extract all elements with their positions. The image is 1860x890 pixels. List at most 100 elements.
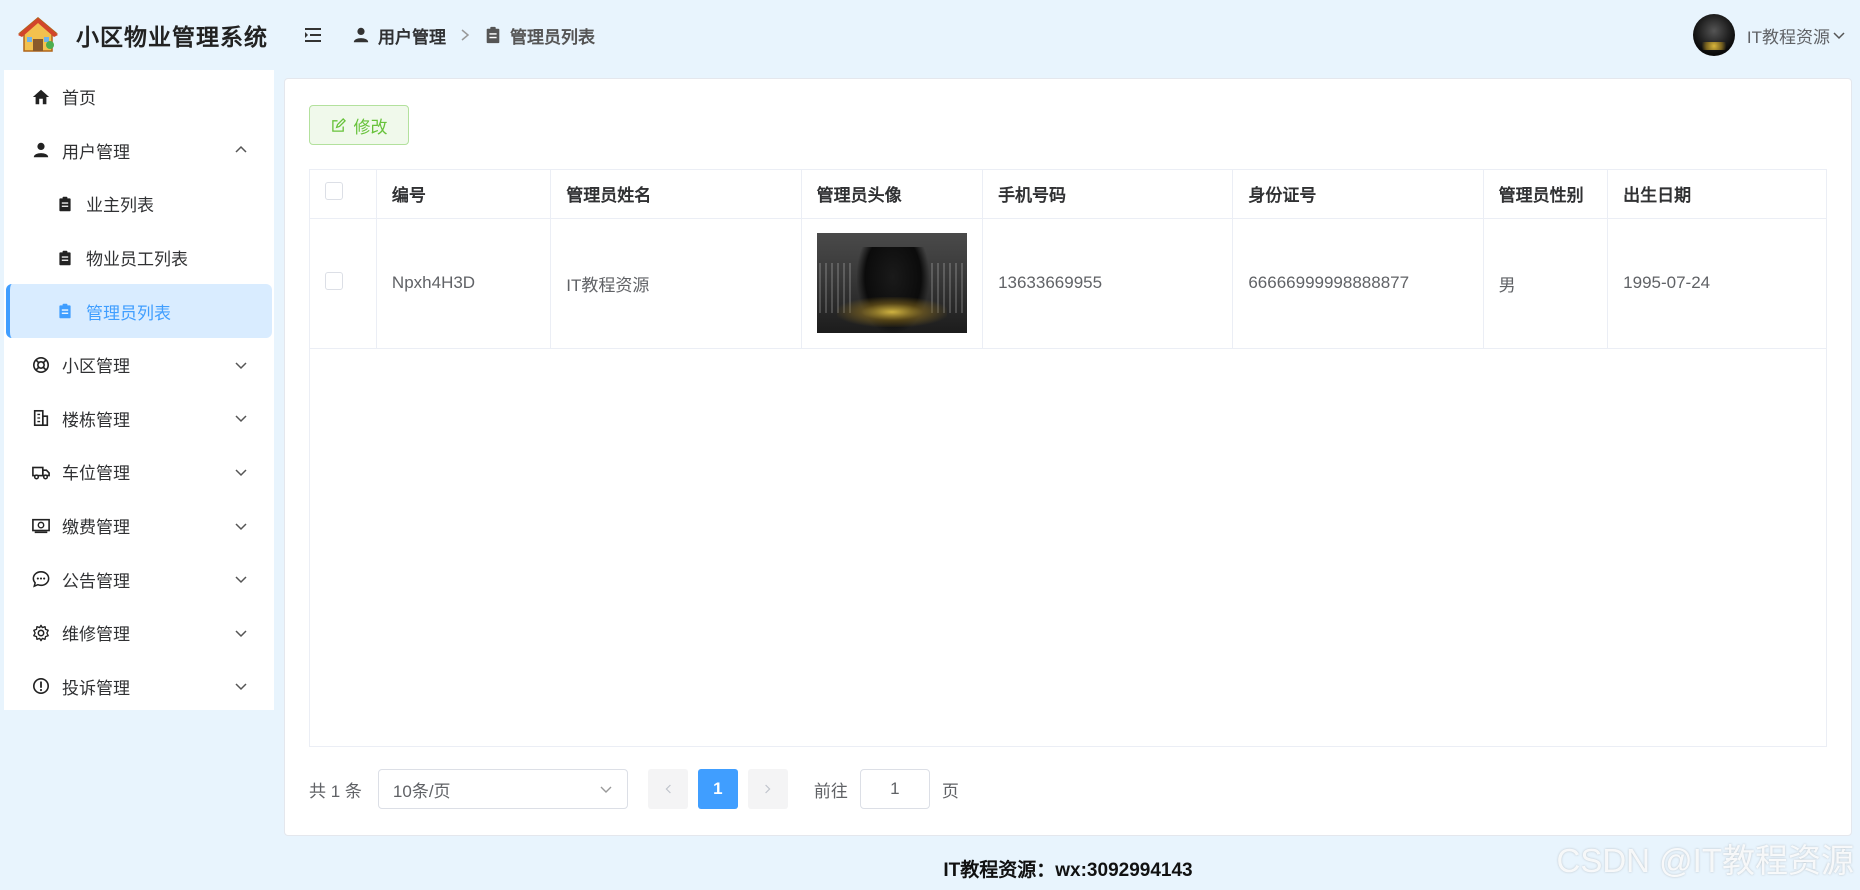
chat-icon <box>30 568 52 590</box>
chevron-down-icon <box>235 576 247 584</box>
chevron-down-icon[interactable] <box>1832 28 1846 42</box>
sidebar-item-community-management[interactable]: 小区管理 <box>4 338 274 392</box>
sidebar-item-label: 车位管理 <box>62 464 130 484</box>
chevron-down-icon <box>600 786 612 793</box>
row-select-cell <box>310 218 377 349</box>
sidebar-item-label: 物业员工列表 <box>86 250 188 270</box>
breadcrumb-label: 用户管理 <box>378 27 446 47</box>
sidebar-item-label: 用户管理 <box>62 142 130 162</box>
chevron-down-icon <box>235 362 247 369</box>
chevron-left-icon <box>665 784 671 794</box>
lifebuoy-icon <box>30 354 52 376</box>
column-header: 身份证号 <box>1232 170 1484 219</box>
breadcrumb-separator-icon <box>461 29 470 41</box>
footer-text: IT教程资源：wx:3092994143 <box>943 859 1193 881</box>
edit-button-label: 修改 <box>353 117 388 137</box>
sidebar-item-label: 管理员列表 <box>86 303 171 323</box>
cell-phone: 13633669955 <box>982 218 1234 349</box>
cell-id: Npxh4H3D <box>376 218 552 349</box>
sidebar-item-notice-management[interactable]: 公告管理 <box>4 552 274 606</box>
user-icon <box>353 27 369 43</box>
breadcrumb-label: 管理员列表 <box>510 27 595 47</box>
sidebar-item-admin-list[interactable]: 管理员列表 <box>6 284 272 338</box>
select-all-checkbox[interactable] <box>325 182 343 201</box>
chevron-down-icon <box>235 415 247 423</box>
user-name[interactable]: IT教程资源 <box>1747 23 1830 48</box>
user-menu[interactable]: IT教程资源 <box>1692 14 1846 56</box>
admin-table: 编号 管理员姓名 管理员头像 手机号码 身份证号 管理员性别 出生日期 Npxh… <box>309 169 1827 747</box>
breadcrumb-item-admin-list: 管理员列表 <box>484 23 595 48</box>
cell-id-card: 66666999998888877 <box>1232 218 1484 349</box>
prev-page-button[interactable] <box>647 769 688 809</box>
sidebar-item-label: 缴费管理 <box>62 518 130 538</box>
sidebar-item-repair-management[interactable]: 维修管理 <box>4 606 274 660</box>
cell-avatar <box>801 218 984 349</box>
select-all-cell <box>310 170 377 219</box>
sidebar-item-payment-management[interactable]: 缴费管理 <box>4 499 274 553</box>
sidebar-item-label: 业主列表 <box>86 196 154 216</box>
sidebar-item-home[interactable]: 首页 <box>4 70 274 124</box>
sidebar-item-label: 维修管理 <box>62 625 130 645</box>
clipboard-icon <box>54 247 76 269</box>
menu-fold-icon[interactable] <box>302 24 324 46</box>
sidebar-item-label: 楼栋管理 <box>62 410 130 430</box>
admin-avatar-image[interactable] <box>816 233 967 333</box>
cell-name: IT教程资源 <box>550 218 802 349</box>
column-header: 手机号码 <box>982 170 1234 219</box>
chevron-down-icon <box>235 523 247 530</box>
page-size-select[interactable]: 10条/页 <box>377 769 628 809</box>
brand: 小区物业管理系统 <box>0 0 276 70</box>
table-header-row: 编号 管理员姓名 管理员头像 手机号码 身份证号 管理员性别 出生日期 <box>310 170 1826 219</box>
house-logo-icon <box>18 17 58 52</box>
row-checkbox[interactable] <box>325 271 343 290</box>
sidebar-item-user-management[interactable]: 用户管理 <box>4 124 274 178</box>
clipboard-icon <box>486 26 500 44</box>
user-icon <box>30 139 52 161</box>
sidebar-item-building-management[interactable]: 楼栋管理 <box>4 392 274 446</box>
avatar[interactable] <box>1692 14 1735 56</box>
clipboard-icon <box>54 300 76 322</box>
sidebar-item-label: 小区管理 <box>62 357 130 377</box>
column-header: 出生日期 <box>1607 170 1826 219</box>
sidebar-item-label: 首页 <box>62 89 96 109</box>
column-header: 管理员姓名 <box>550 170 802 219</box>
app-title: 小区物业管理系统 <box>76 24 268 50</box>
pagination: 共 1 条 10条/页 1 前往 1 页 <box>309 769 959 809</box>
edit-icon <box>331 117 346 132</box>
chevron-up-icon <box>235 146 247 153</box>
sidebar-item-complaint-management[interactable]: 投诉管理 <box>4 660 274 714</box>
page-unit-label: 页 <box>941 781 959 801</box>
chevron-down-icon <box>235 630 247 637</box>
pagination-total: 共 1 条 <box>309 781 362 801</box>
sidebar-item-staff-list[interactable]: 物业员工列表 <box>4 231 274 285</box>
next-page-button[interactable] <box>747 769 788 809</box>
gear-icon <box>30 622 52 644</box>
page-number-button[interactable]: 1 <box>697 769 738 809</box>
truck-icon <box>30 461 52 483</box>
cell-gender: 男 <box>1483 218 1609 349</box>
breadcrumb-item-user-management[interactable]: 用户管理 <box>352 23 446 48</box>
goto-label: 前往 <box>813 781 848 801</box>
chevron-down-icon <box>235 683 247 691</box>
home-icon <box>30 86 52 108</box>
sidebar-item-label: 公告管理 <box>62 571 130 591</box>
column-header: 管理员性别 <box>1483 170 1609 219</box>
sidebar-item-label: 投诉管理 <box>62 678 130 698</box>
sidebar-item-parking-management[interactable]: 车位管理 <box>4 445 274 499</box>
sidebar-menu: 首页 用户管理 业主列表 物业员工列表 管理员列表 小区管理 楼栋管理 车位管理… <box>4 70 274 710</box>
column-header: 编号 <box>376 170 552 219</box>
sidebar-item-owner-list[interactable]: 业主列表 <box>4 177 274 231</box>
main-panel: 修改 编号 管理员姓名 管理员头像 手机号码 身份证号 管理员性别 出生日期 N… <box>284 78 1852 836</box>
cell-birthday: 1995-07-24 <box>1607 218 1826 349</box>
sidebar: 小区物业管理系统 首页 用户管理 业主列表 物业员工列表 管理员列表 小区管理 … <box>0 0 276 890</box>
top-header: 用户管理 管理员列表 IT教程资源 <box>276 0 1860 70</box>
goto-page-input[interactable]: 1 <box>859 769 930 809</box>
table-row[interactable]: Npxh4H3D IT教程资源 13633669955 666669999988… <box>310 218 1826 349</box>
clipboard-icon <box>54 193 76 215</box>
building-icon <box>30 407 52 429</box>
page-size-value: 10条/页 <box>392 781 451 801</box>
payment-icon <box>30 515 52 537</box>
column-header: 管理员头像 <box>801 170 984 219</box>
edit-button[interactable]: 修改 <box>309 105 409 145</box>
watermark: CSDN @IT教程资源 <box>1556 842 1855 879</box>
